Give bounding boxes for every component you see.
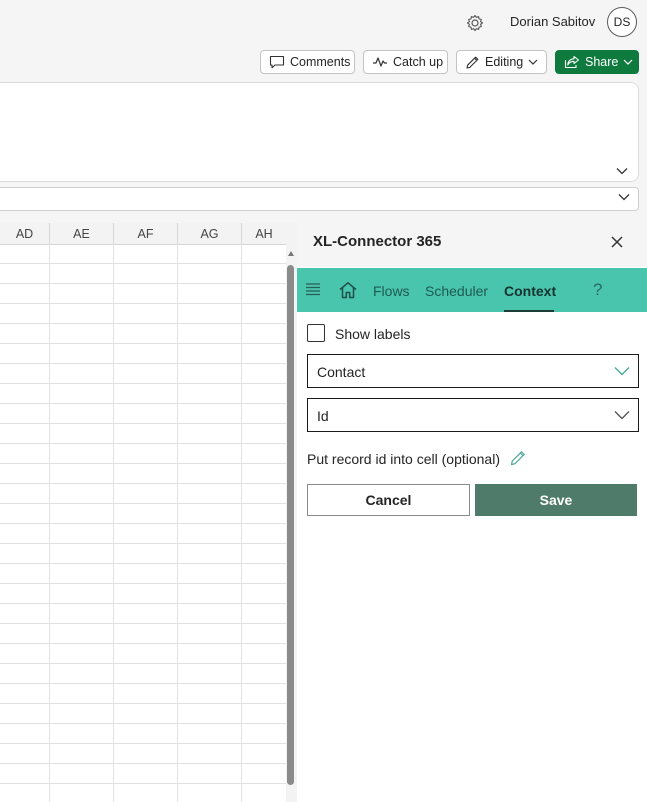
grid-row-line <box>0 343 286 344</box>
grid-row-line <box>0 463 286 464</box>
vertical-scrollbar[interactable] <box>286 223 297 802</box>
chevron-down-icon <box>614 367 630 376</box>
chevron-down-icon[interactable] <box>616 167 628 175</box>
chevron-down-icon[interactable] <box>618 193 630 201</box>
grid-row-line <box>0 323 286 324</box>
addin-task-pane: XL-Connector 365 Flows Scheduler Context… <box>297 213 647 802</box>
grid-row-line <box>0 403 286 404</box>
grid-row-line <box>0 283 286 284</box>
show-labels-checkbox[interactable] <box>307 324 325 342</box>
editing-mode-button[interactable]: Editing <box>456 50 547 74</box>
user-name[interactable]: Dorian Sabitov <box>510 14 595 29</box>
pencil-icon <box>466 56 479 69</box>
pane-title: XL-Connector 365 <box>313 233 442 250</box>
worksheet-grid[interactable]: AD AE AF AG AH <box>0 223 297 802</box>
grid-row-line <box>0 363 286 364</box>
record-id-cell-label: Put record id into cell (optional) <box>307 451 500 467</box>
activity-icon <box>373 57 387 67</box>
comments-label: Comments <box>290 55 351 69</box>
avatar[interactable]: DS <box>607 7 637 37</box>
grid-row-line <box>0 703 286 704</box>
title-bar: Dorian Sabitov DS <box>0 0 647 46</box>
comment-icon <box>269 55 285 69</box>
grid-row-line <box>0 543 286 544</box>
close-icon[interactable] <box>610 235 624 249</box>
column-headers: AD AE AF AG AH <box>0 223 286 245</box>
grid-row-line <box>0 483 286 484</box>
grid-row-line <box>0 623 286 624</box>
object-select-value: Contact <box>317 364 366 380</box>
nav-tab-flows[interactable]: Flows <box>373 283 410 299</box>
editing-label: Editing <box>485 55 524 69</box>
scroll-up-arrow-icon[interactable] <box>288 251 294 256</box>
grid-row-line <box>0 723 286 724</box>
grid-row-line <box>0 583 286 584</box>
share-icon <box>564 55 580 69</box>
grid-row-line <box>0 423 286 424</box>
chevron-down-icon <box>623 59 633 65</box>
grid-row-line <box>0 663 286 664</box>
field-select-value: Id <box>317 408 329 424</box>
grid-row-line <box>0 263 286 264</box>
grid-row-line <box>0 763 286 764</box>
nav-tab-scheduler[interactable]: Scheduler <box>425 283 488 299</box>
comments-button[interactable]: Comments <box>260 50 355 74</box>
grid-row-line <box>0 563 286 564</box>
share-button[interactable]: Share <box>555 50 639 74</box>
catch-up-button[interactable]: Catch up <box>363 50 448 74</box>
cell-area[interactable] <box>0 244 286 802</box>
chevron-down-icon <box>614 411 630 420</box>
column-header[interactable]: AD <box>0 223 50 244</box>
catch-up-label: Catch up <box>393 55 444 69</box>
column-header[interactable]: AG <box>178 223 242 244</box>
field-select[interactable]: Id <box>307 398 639 432</box>
share-label: Share <box>585 55 619 69</box>
home-icon[interactable] <box>338 281 358 299</box>
grid-row-line <box>0 523 286 524</box>
help-icon[interactable]: ? <box>593 280 602 300</box>
hamburger-menu-icon[interactable] <box>305 282 321 296</box>
pane-header: XL-Connector 365 <box>297 213 647 267</box>
save-button[interactable]: Save <box>475 484 637 516</box>
ribbon-panel <box>0 82 639 182</box>
formula-bar[interactable] <box>0 187 639 211</box>
column-header[interactable]: AH <box>242 223 286 244</box>
grid-row-line <box>0 503 286 504</box>
cancel-button[interactable]: Cancel <box>307 484 470 516</box>
pencil-icon[interactable] <box>509 449 527 467</box>
column-header[interactable]: AF <box>114 223 178 244</box>
grid-row-line <box>0 443 286 444</box>
object-select[interactable]: Contact <box>307 354 639 388</box>
gear-icon[interactable] <box>464 12 486 34</box>
chevron-down-icon <box>528 59 538 65</box>
grid-row-line <box>0 783 286 784</box>
grid-row-line <box>0 303 286 304</box>
scrollbar-thumb[interactable] <box>287 265 294 785</box>
grid-row-line <box>0 383 286 384</box>
column-header[interactable]: AE <box>50 223 114 244</box>
grid-row-line <box>0 603 286 604</box>
grid-row-line <box>0 743 286 744</box>
command-toolbar: Comments Catch up Editing Share <box>0 46 647 80</box>
grid-row-line <box>0 643 286 644</box>
show-labels-label[interactable]: Show labels <box>335 326 411 342</box>
grid-row-line <box>0 683 286 684</box>
addin-nav-bar: Flows Scheduler Context ? <box>297 268 647 312</box>
nav-tab-context[interactable]: Context <box>504 283 556 299</box>
active-tab-indicator <box>504 310 554 312</box>
